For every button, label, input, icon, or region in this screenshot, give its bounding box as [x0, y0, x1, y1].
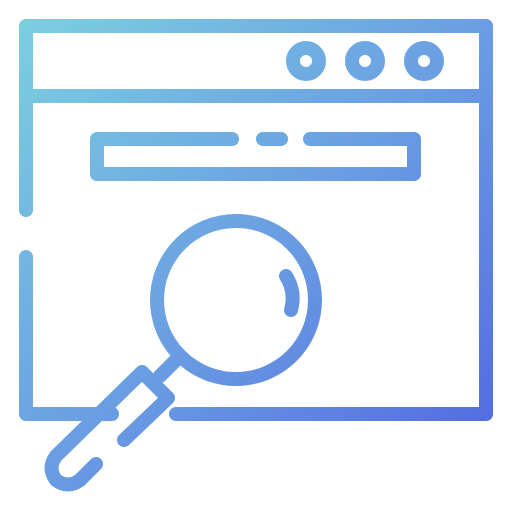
magnifier-handle — [44, 365, 175, 492]
window-dot-2[interactable] — [345, 41, 385, 81]
lens-highlight — [279, 269, 300, 317]
web-search-illustration — [0, 0, 512, 512]
search-bar[interactable] — [90, 132, 421, 181]
web-search-icon — [19, 19, 493, 492]
window-dot-1[interactable] — [286, 41, 326, 81]
window-dot-3[interactable] — [404, 41, 444, 81]
magnifier-neck — [153, 349, 187, 383]
